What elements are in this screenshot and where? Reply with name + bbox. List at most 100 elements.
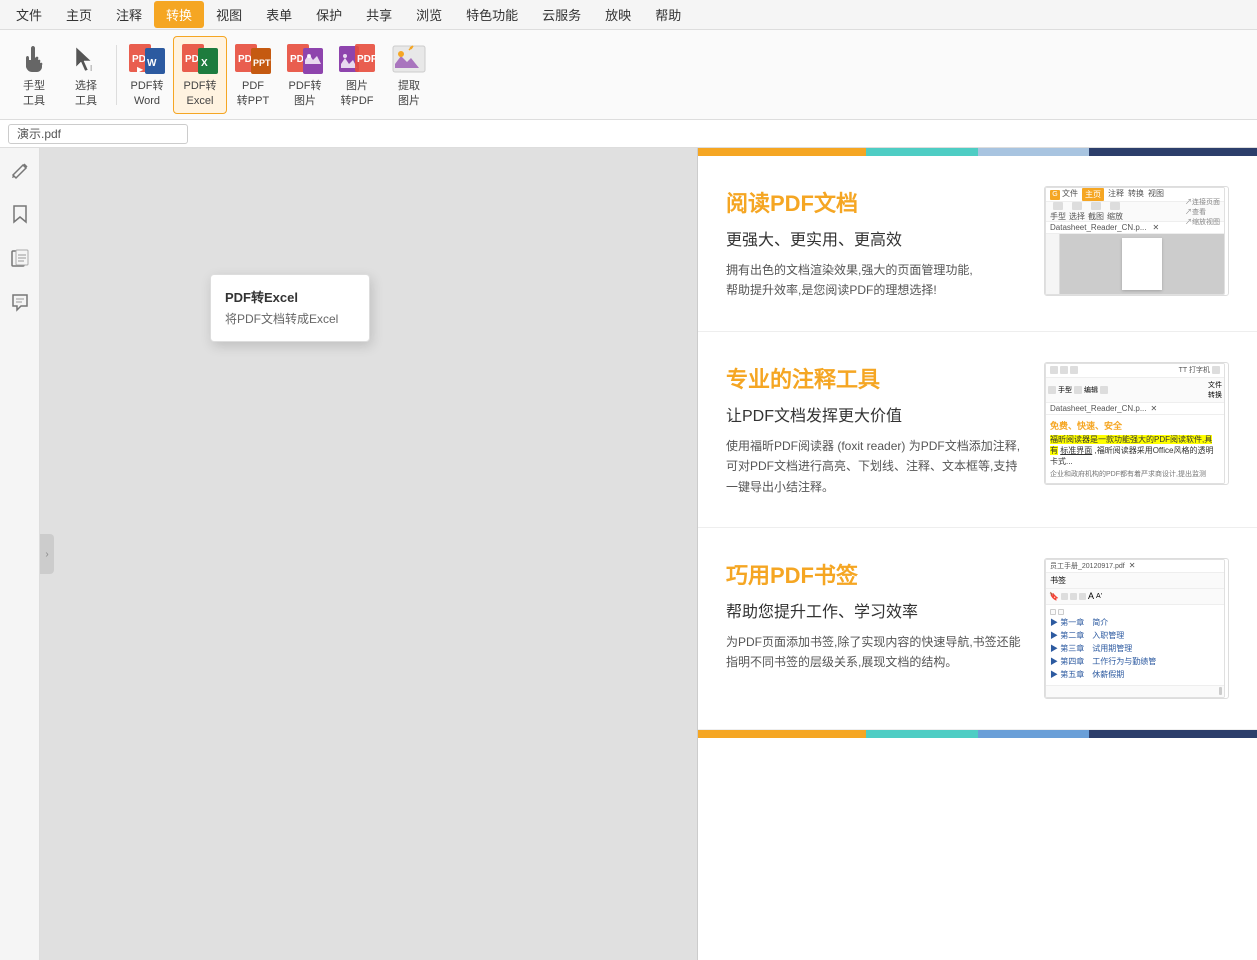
pdf-section-read: 阅读PDF文档 更强大、更实用、更高效 拥有出色的文档渲染效果,强大的页面管理功…: [698, 156, 1257, 332]
pdf-section-annot-title: 专业的注释工具: [726, 362, 1028, 394]
menu-view[interactable]: 视图: [204, 1, 254, 28]
tooltip-desc: 将PDF文档转成Excel: [211, 308, 369, 333]
bkmk-content: ▶ 第一章 简介 ▶ 第二章 入职管理 ▶ 第三章 试用期管理 ▶ 第四章 工作…: [1046, 605, 1224, 685]
menu-help[interactable]: 帮助: [643, 1, 693, 28]
color-bar: [698, 148, 1257, 156]
left-sidebar: [0, 148, 40, 960]
color-seg-4: [1089, 148, 1257, 156]
pdf-section-bookmark-preview: 员工手册_20120917.pdf✕ 书签 🔖 A A': [1044, 558, 1229, 699]
hand-icon: [16, 41, 52, 77]
pathbar: [0, 120, 1257, 148]
menu-file[interactable]: 文件: [4, 1, 54, 28]
hand-tool-label: 手型工具: [23, 79, 45, 108]
svg-text:PDF: PDF: [357, 54, 377, 65]
pdf-section-annot-desc: 使用福昕PDF阅读器 (foxit reader) 为PDF文档添加注释,可对P…: [726, 436, 1028, 497]
bkmk-item-1: ▶ 第一章 简介: [1050, 616, 1220, 629]
mini-logo: G: [1050, 190, 1060, 200]
svg-text:▶: ▶: [137, 65, 144, 74]
pdf-word-icon: PDF ▶ W: [129, 41, 165, 77]
select-tool-button[interactable]: I 选择工具: [60, 36, 112, 114]
menu-home[interactable]: 主页: [54, 1, 104, 28]
pdf-section-bookmark-desc: 为PDF页面添加书签,除了实现内容的快速导航,书签还能指明不同书签的层级关系,展…: [726, 632, 1028, 673]
file-path-input[interactable]: [8, 124, 188, 144]
mini-tb-other: 缩放: [1107, 202, 1123, 222]
bkmk-item-2: ▶ 第二章 入职管理: [1050, 629, 1220, 642]
img-pdf-icon: PDF: [339, 41, 375, 77]
menu-annotate[interactable]: 注释: [104, 1, 154, 28]
menu-present[interactable]: 放映: [593, 1, 643, 28]
sidebar-comment-icon[interactable]: [6, 288, 34, 316]
bkmk-scrollbar[interactable]: [1046, 685, 1224, 697]
pdf-section-read-preview: G 文件 主页 注释 转换 视图 手型 选择 截图 缩放: [1044, 186, 1229, 296]
tooltip-title: PDF转Excel: [211, 283, 369, 308]
mini-annot-tab: Datasheet_Reader_CN.p...✕: [1046, 403, 1224, 415]
image-to-pdf-button[interactable]: PDF 图片转PDF: [331, 36, 383, 114]
tooltip-dropdown: PDF转Excel 将PDF文档转成Excel: [210, 274, 370, 342]
svg-text:X: X: [201, 58, 208, 69]
bkmk-label: 书签: [1046, 573, 1224, 589]
pdf-section-bookmark-subtitle: 帮助您提升工作、学习效率: [726, 598, 1028, 622]
color-seg-2: [866, 148, 978, 156]
pdf-to-word-button[interactable]: PDF ▶ W PDF转Word: [121, 36, 173, 114]
mini-sidebar: [1046, 234, 1060, 294]
mini-ui-bkmk: 员工手册_20120917.pdf✕ 书签 🔖 A A': [1045, 559, 1225, 698]
pdf-excel-icon: PDF X: [182, 41, 218, 77]
sidebar-edit-icon[interactable]: [6, 156, 34, 184]
pdf-section-annot-subtitle: 让PDF文档发挥更大价值: [726, 402, 1028, 426]
main-area: › PDF转Excel 将PDF文档转成Excel 阅读PDF文档 更强大、更实…: [0, 148, 1257, 960]
mini-content: [1046, 234, 1224, 294]
toolbar: 手型工具 I 选择工具 PDF ▶ W PDF转Word: [0, 30, 1257, 120]
bkmk-toolbar: 🔖 A A': [1046, 589, 1224, 605]
bottom-color-strip: [698, 730, 1257, 738]
mini-tb-hand: 手型: [1050, 202, 1066, 222]
sidebar-bookmark-icon[interactable]: [6, 200, 34, 228]
menu-convert[interactable]: 转换: [154, 1, 204, 28]
pdf-to-ppt-button[interactable]: PDF PPT PDF转PPT: [227, 36, 279, 114]
mini-ui-annot: TT 打字机 手型 编辑 文件转换 Datasheet_: [1045, 363, 1225, 485]
mini-ui-read: G 文件 主页 注释 转换 视图 手型 选择 截图 缩放: [1045, 187, 1225, 295]
pdf-section-read-desc: 拥有出色的文档渲染效果,强大的页面管理功能,帮助提升效率,是您阅读PDF的理想选…: [726, 260, 1028, 301]
menu-form[interactable]: 表单: [254, 1, 304, 28]
pdf-section-bookmark-title: 巧用PDF书签: [726, 558, 1028, 590]
menu-browse[interactable]: 浏览: [404, 1, 454, 28]
divider-1: [116, 45, 117, 105]
menu-share[interactable]: 共享: [354, 1, 404, 28]
mini-menu: 文件 主页 注释 转换 视图: [1062, 188, 1164, 201]
pdf-to-image-button[interactable]: PDF PDF转图片: [279, 36, 331, 114]
mini-annot-topbar: TT 打字机: [1046, 364, 1224, 378]
pdf-section-annot-preview: TT 打字机 手型 编辑 文件转换 Datasheet_: [1044, 362, 1229, 486]
pdf-ppt-label: PDF转PPT: [237, 79, 269, 108]
pdf-section-annot: 专业的注释工具 让PDF文档发挥更大价值 使用福昕PDF阅读器 (foxit r…: [698, 332, 1257, 528]
pdf-to-excel-button[interactable]: PDF X PDF转Excel: [173, 36, 227, 114]
mini-toolbar: 手型 选择 截图 缩放 ↗连接页面↗查看↗缩放视图: [1046, 202, 1224, 222]
bkmk-item-4: ▶ 第四章 工作行为与勤绩管: [1050, 655, 1220, 668]
pdf-img-label: PDF转图片: [289, 79, 322, 108]
center-panel: › PDF转Excel 将PDF文档转成Excel: [40, 148, 697, 960]
sidebar-pages-icon[interactable]: [6, 244, 34, 272]
mini-tb-copy: 截图: [1088, 202, 1104, 222]
pdf-excel-label: PDF转Excel: [184, 79, 217, 108]
cursor-icon: I: [68, 41, 104, 77]
hand-tool-button[interactable]: 手型工具: [8, 36, 60, 114]
menu-cloud[interactable]: 云服务: [530, 1, 593, 28]
collapse-handle[interactable]: ›: [40, 534, 54, 574]
menu-features[interactable]: 特色功能: [454, 1, 530, 28]
bottom-seg-4: [1089, 730, 1257, 738]
color-seg-3: [978, 148, 1090, 156]
mini-doc: [1060, 234, 1224, 294]
extract-image-button[interactable]: 提取图片: [383, 36, 435, 114]
color-seg-1: [698, 148, 866, 156]
svg-text:I: I: [90, 64, 92, 73]
extract-img-icon: [391, 41, 427, 77]
pdf-section-bookmark: 巧用PDF书签 帮助您提升工作、学习效率 为PDF页面添加书签,除了实现内容的快…: [698, 528, 1257, 730]
mini-page: [1122, 238, 1162, 290]
mini-bkmk-tab: 员工手册_20120917.pdf✕: [1046, 560, 1224, 573]
svg-text:W: W: [147, 58, 157, 69]
pdf-ppt-icon: PDF PPT: [235, 41, 271, 77]
bottom-seg-3: [978, 730, 1090, 738]
mini-annot-content: 免费、快速、安全 福昕阅读器是一款功能强大的PDF阅读软件,具有 标准界面 ,福…: [1046, 415, 1224, 484]
svg-text:PPT: PPT: [253, 58, 271, 68]
pdf-section-read-title: 阅读PDF文档: [726, 186, 1028, 218]
menu-protect[interactable]: 保护: [304, 1, 354, 28]
pdf-word-label: PDF转Word: [131, 79, 164, 108]
